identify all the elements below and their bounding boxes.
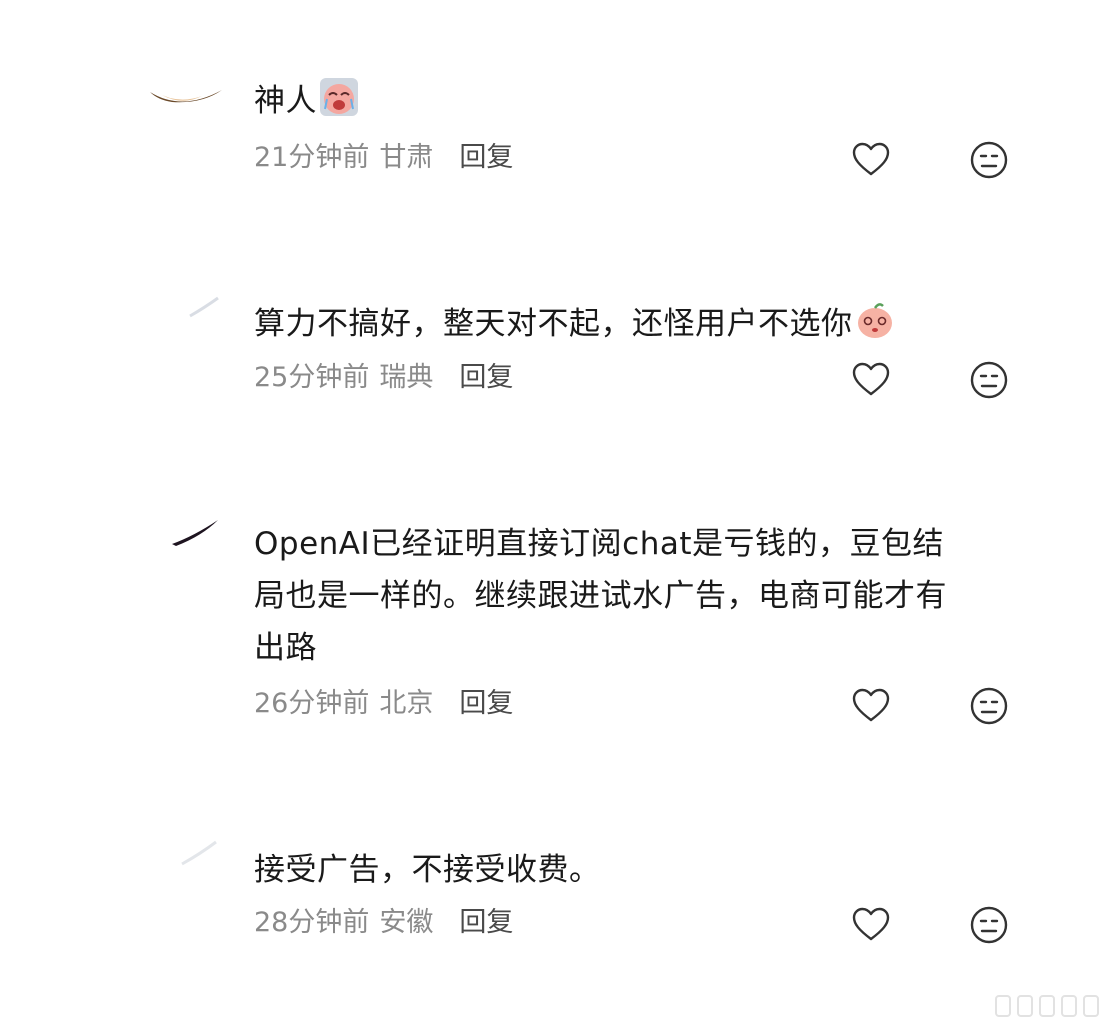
comment-meta: 26分钟前 北京 回复 [254,682,513,726]
avatar[interactable] [142,268,232,358]
comment-text-line: OpenAI已经证明直接订阅chat是亏钱的，豆包结 [254,526,944,562]
comment-text: 接受广告，不接受收费。 [254,844,1014,896]
like-button[interactable] [851,140,891,180]
comment-text-content: 算力不搞好，整天对不起，还怪用户不选你 [254,306,853,342]
comment-time: 21分钟前 [254,142,370,173]
like-button[interactable] [851,905,891,945]
comment-text-content: 接受广告，不接受收费。 [254,852,601,888]
comment-text-content: 神人 [254,83,317,119]
comment-meta: 21分钟前 甘肃 回复 [254,136,513,180]
comment-time: 26分钟前 [254,688,370,719]
reply-button[interactable]: 回复 [459,142,513,173]
blushing-face-emoji-icon [855,300,895,340]
comment-meta: 28分钟前 安徽 回复 [254,901,513,945]
dislike-button[interactable] [969,686,1009,726]
avatar[interactable] [142,806,232,896]
avatar[interactable] [142,40,232,130]
neutral-face-icon [970,687,1008,725]
heart-outline-icon [852,362,890,396]
like-button[interactable] [851,360,891,400]
avatar[interactable] [142,486,232,576]
comment-location: 北京 [379,688,434,719]
comment-text: 算力不搞好，整天对不起，还怪用户不选你 [254,298,1014,350]
heart-outline-icon [852,142,890,176]
crying-face-emoji-icon [319,77,359,117]
reply-button[interactable]: 回复 [459,907,513,938]
comment-location: 安徽 [379,907,434,938]
dislike-button[interactable] [969,360,1009,400]
neutral-face-icon [970,361,1008,399]
heart-outline-icon [852,688,890,722]
reply-button[interactable]: 回复 [459,688,513,719]
comment-text-line: 出路 [254,630,317,666]
comment-text-line: 局也是一样的。继续跟进试水广告，电商可能才有 [254,578,947,614]
comment-time: 28分钟前 [254,907,370,938]
comment-meta: 25分钟前 瑞典 回复 [254,356,513,400]
comment-location: 甘肃 [379,142,434,173]
comment-time: 25分钟前 [254,362,370,393]
neutral-face-icon [970,906,1008,944]
neutral-face-icon [970,141,1008,179]
dislike-button[interactable] [969,905,1009,945]
dislike-button[interactable] [969,140,1009,180]
like-button[interactable] [851,686,891,726]
heart-outline-icon [852,907,890,941]
reply-button[interactable]: 回复 [459,362,513,393]
comment-text: 神人 [254,75,1014,127]
comment-location: 瑞典 [379,362,434,393]
comment-text: OpenAI已经证明直接订阅chat是亏钱的，豆包结 局也是一样的。继续跟进试水… [254,518,1014,674]
watermark-logo [994,992,1112,1020]
